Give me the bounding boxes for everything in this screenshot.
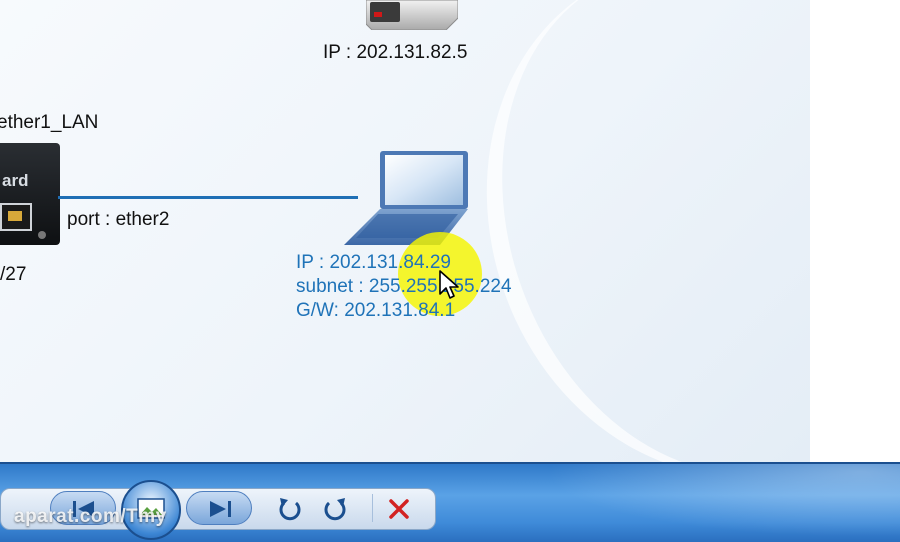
router-led [38, 231, 46, 239]
router-port-label: port : ether2 [67, 209, 170, 230]
server-ip-label: IP : 202.131.82.5 [323, 42, 468, 63]
taskbar-glow [520, 464, 900, 542]
laptop-subnet-label: subnet : 255.255.255.224 [296, 276, 512, 297]
diagram-canvas: IP : 202.131.82.5 ether1_LAN ard port : … [0, 0, 810, 462]
network-link-line [58, 196, 358, 199]
router-brand-text: ard [2, 171, 29, 190]
rotate-left-button[interactable] [274, 494, 304, 524]
laptop-gateway-label: G/W: 202.131.84.1 [296, 300, 456, 321]
toolbar-separator [372, 494, 373, 522]
watermark-text: aparat.com/Tmy [14, 506, 167, 527]
rotate-left-icon [279, 498, 301, 521]
router-interface-label: ether1_LAN [0, 112, 99, 133]
router-cidr-label: /27 [0, 264, 27, 285]
next-button[interactable] [186, 491, 252, 525]
server-icon [366, 0, 458, 30]
router-icon: ard [0, 143, 60, 245]
right-blank-pane [810, 0, 900, 462]
next-icon [210, 501, 231, 517]
laptop-ip-label: IP : 202.131.84.29 [296, 252, 451, 273]
rotate-right-button[interactable] [321, 494, 351, 524]
background-swoosh [416, 0, 810, 462]
mouse-cursor-icon [439, 270, 459, 299]
rotate-right-icon [324, 498, 346, 521]
ethernet-port-icon [0, 203, 32, 231]
delete-icon [389, 499, 409, 519]
delete-button[interactable] [384, 494, 414, 524]
